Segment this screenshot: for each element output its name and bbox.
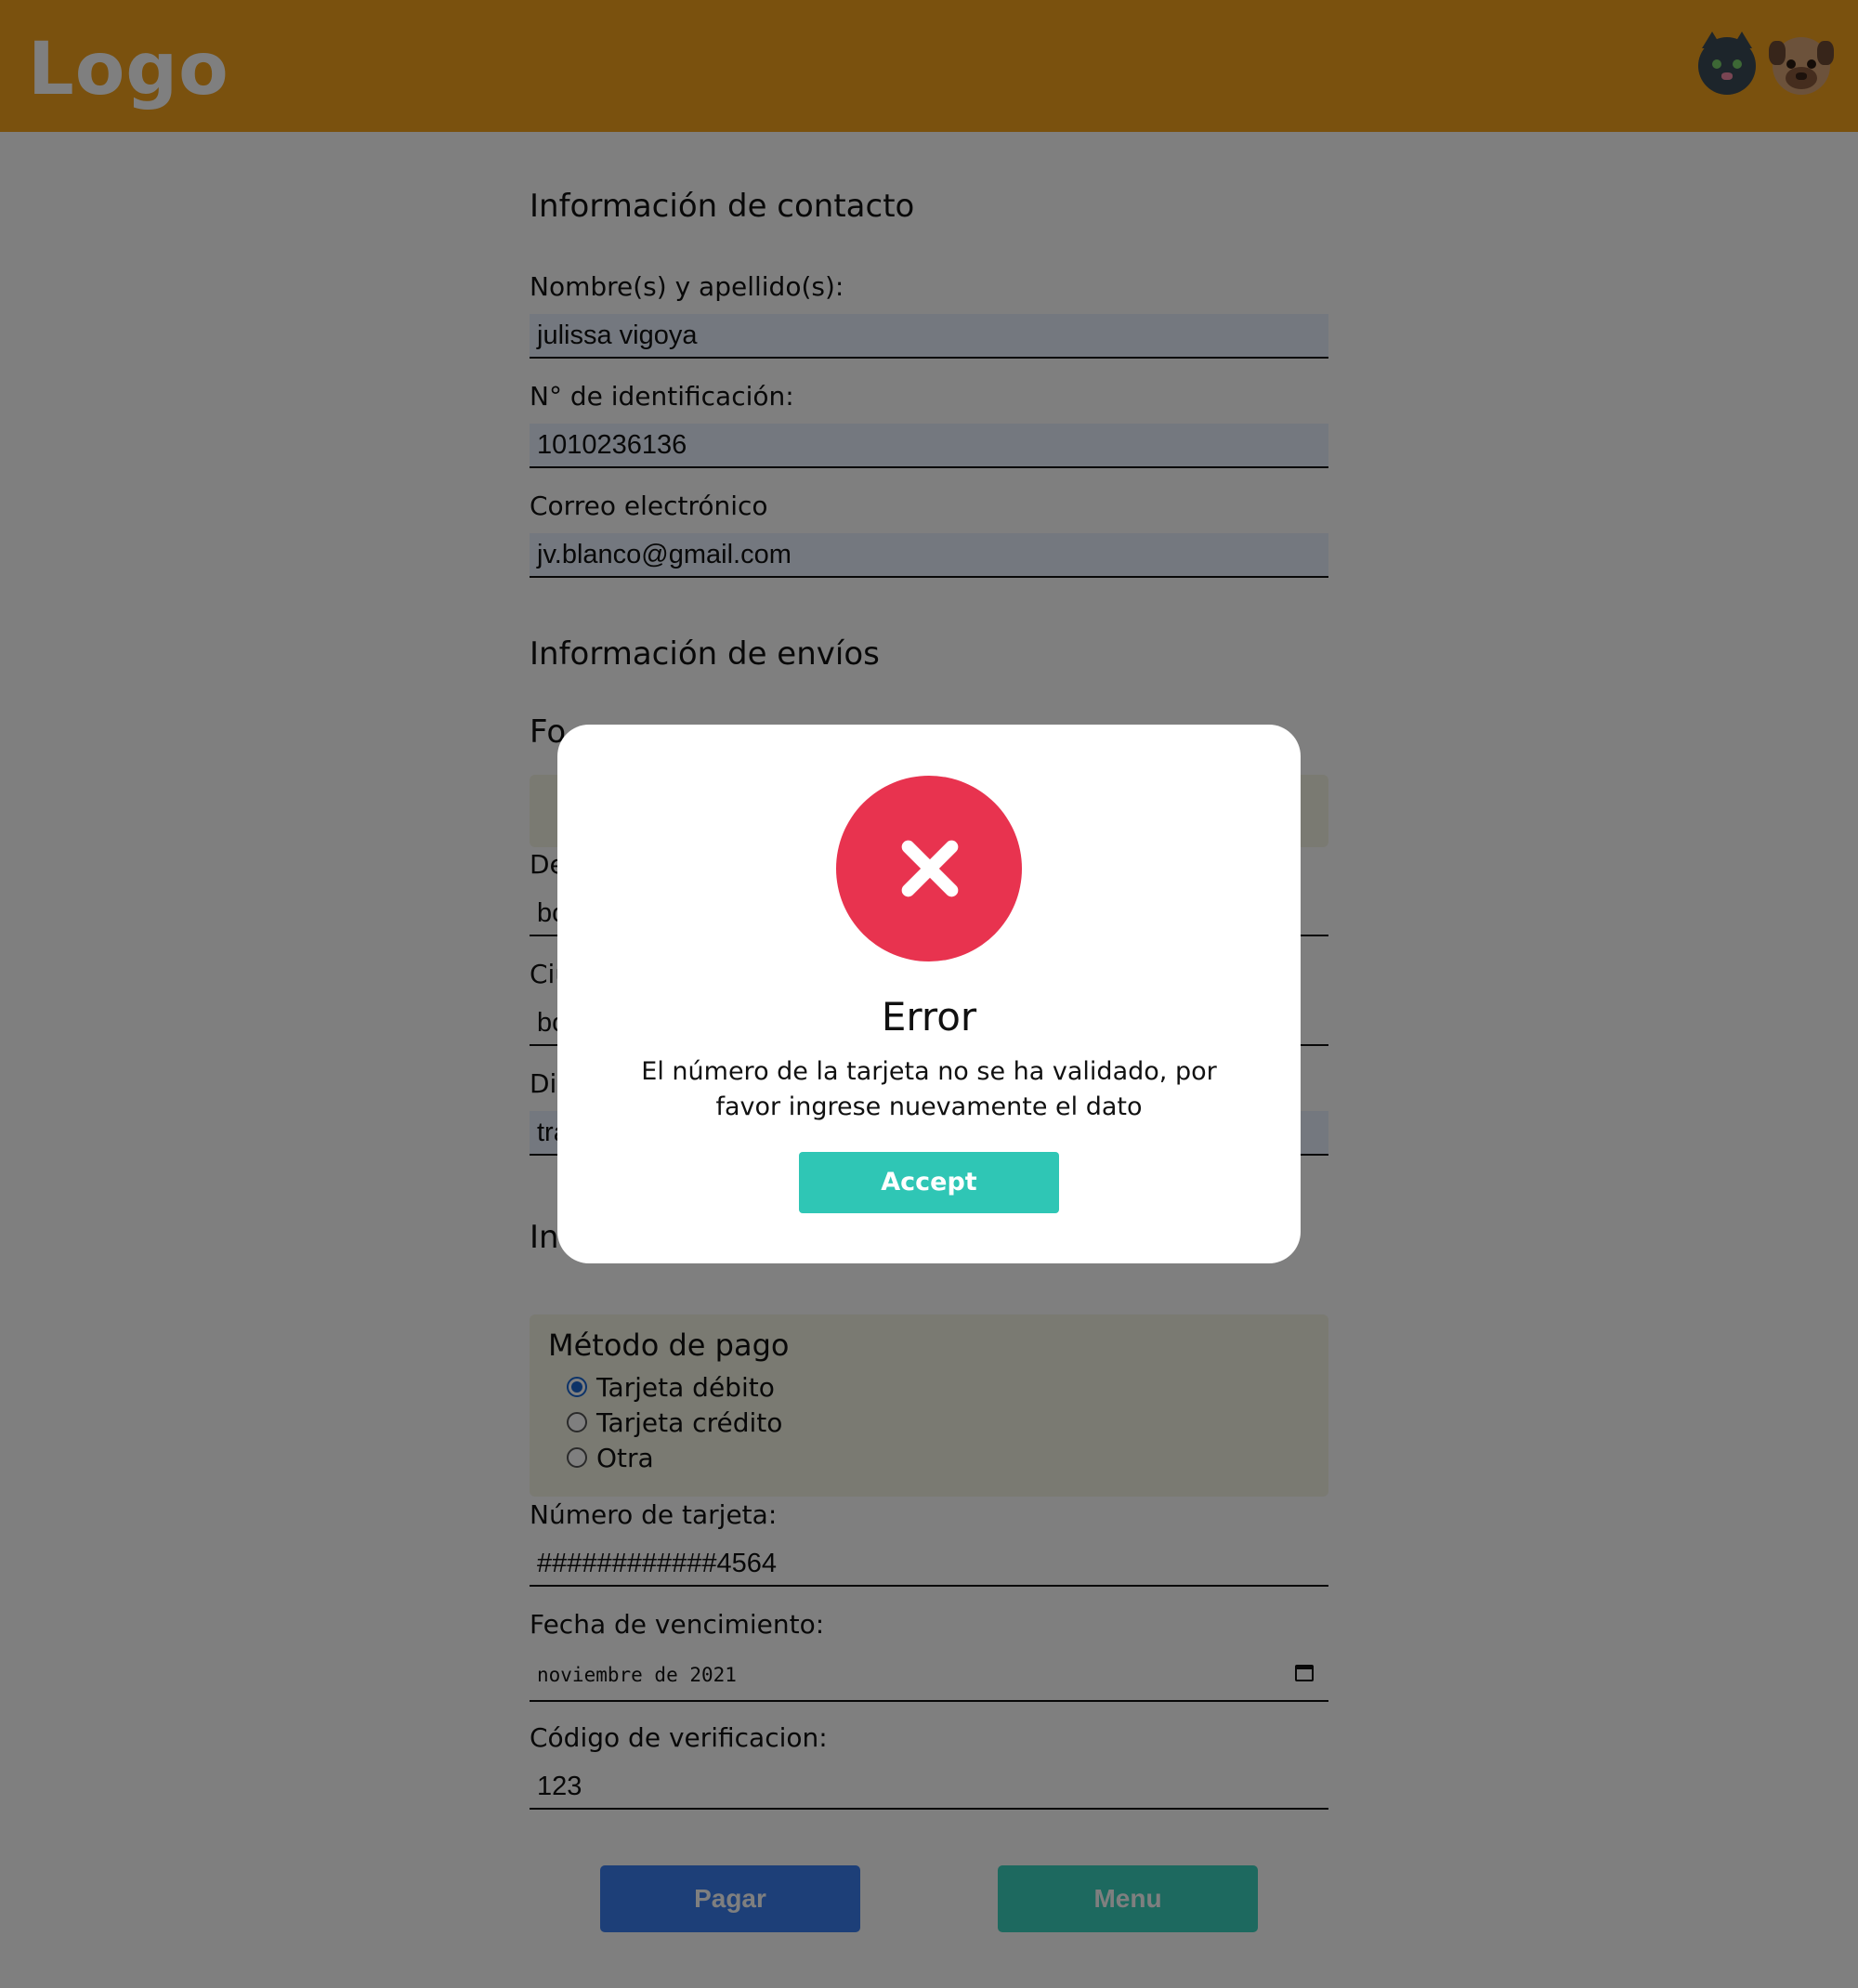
- accept-button[interactable]: Accept: [799, 1152, 1059, 1213]
- dialog-title: Error: [881, 994, 977, 1040]
- error-x-icon: [836, 776, 1022, 961]
- dialog-message: El número de la tarjeta no se ha validad…: [641, 1057, 1217, 1121]
- error-dialog: Error El número de la tarjeta no se ha v…: [557, 725, 1301, 1263]
